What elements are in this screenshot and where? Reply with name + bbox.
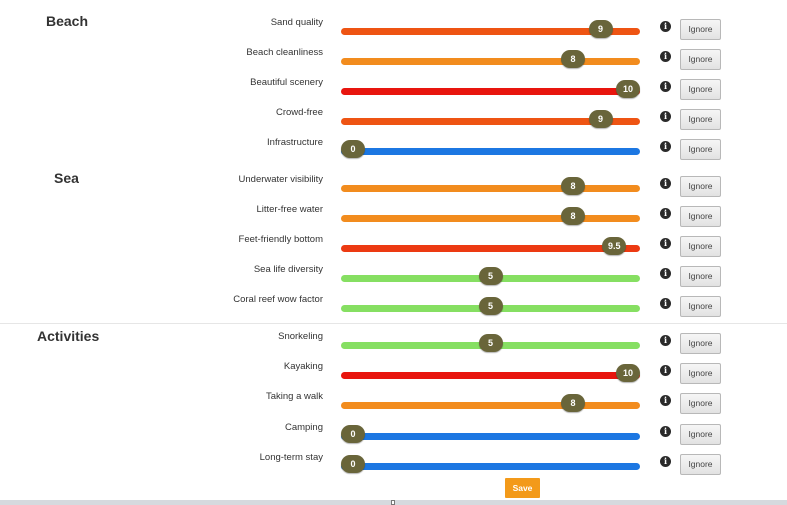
rating-label: Snorkeling [278, 331, 323, 342]
rating-slider-handle[interactable]: 0 [341, 455, 365, 473]
rating-row: Underwater visibility 8 i Ignore [0, 165, 787, 197]
rating-slider-track[interactable] [341, 372, 640, 379]
info-icon[interactable]: i [660, 395, 671, 406]
rating-slider-handle[interactable]: 0 [341, 140, 365, 158]
ignore-button[interactable]: Ignore [680, 393, 721, 414]
rating-slider-track[interactable] [341, 433, 640, 440]
rating-slider-handle[interactable]: 5 [478, 334, 503, 352]
rating-slider-handle[interactable]: 9.5 [602, 237, 627, 255]
rating-label: Feet-friendly bottom [238, 234, 323, 245]
ignore-button[interactable]: Ignore [680, 206, 721, 227]
rating-slider-handle[interactable]: 8 [561, 50, 585, 68]
rating-row: Crowd-free 9 i Ignore [0, 98, 787, 130]
rating-slider-track[interactable] [341, 215, 640, 222]
rating-row: Feet-friendly bottom 9.5 i Ignore [0, 225, 787, 257]
rating-label: Taking a walk [265, 391, 323, 402]
rating-row: Litter-free water 8 i Ignore [0, 195, 787, 227]
ignore-button[interactable]: Ignore [680, 139, 721, 160]
rating-slider-handle[interactable]: 9 [588, 110, 613, 128]
rating-slider-track[interactable] [341, 245, 640, 252]
info-icon[interactable]: i [660, 21, 671, 32]
info-icon[interactable]: i [660, 81, 671, 92]
rating-row: Snorkeling 5 i Ignore [0, 322, 787, 354]
info-icon[interactable]: i [660, 178, 671, 189]
rating-label: Coral reef wow factor [233, 294, 323, 305]
rating-label: Beautiful scenery [250, 77, 323, 88]
ignore-button[interactable]: Ignore [680, 19, 721, 40]
ignore-button[interactable]: Ignore [680, 266, 721, 287]
ignore-button[interactable]: Ignore [680, 424, 721, 445]
rating-row: Sand quality 9 i Ignore [0, 8, 787, 40]
rating-slider-handle[interactable]: 5 [478, 267, 503, 285]
info-icon[interactable]: i [660, 426, 671, 437]
rating-row: Sea life diversity 5 i Ignore [0, 255, 787, 287]
rating-row: Kayaking 10 i Ignore [0, 352, 787, 384]
info-icon[interactable]: i [660, 268, 671, 279]
rating-row: Camping 0 i Ignore [0, 413, 787, 445]
info-icon[interactable]: i [660, 208, 671, 219]
rating-label: Litter-free water [256, 204, 323, 215]
rating-row: Infrastructure 0 i Ignore [0, 128, 787, 160]
ignore-button[interactable]: Ignore [680, 49, 721, 70]
ignore-button[interactable]: Ignore [680, 176, 721, 197]
info-icon[interactable]: i [660, 51, 671, 62]
info-icon[interactable]: i [660, 141, 671, 152]
scrollbar-thumb[interactable] [391, 500, 395, 505]
rating-row: Long-term stay 0 i Ignore [0, 443, 787, 475]
rating-slider-handle[interactable]: 9 [588, 20, 613, 38]
info-icon[interactable]: i [660, 298, 671, 309]
rating-label: Sea life diversity [253, 264, 323, 275]
rating-row: Beach cleanliness 8 i Ignore [0, 38, 787, 70]
ignore-button[interactable]: Ignore [680, 454, 721, 475]
rating-slider-track[interactable] [341, 148, 640, 155]
ignore-button[interactable]: Ignore [680, 333, 721, 354]
rating-label: Sand quality [270, 17, 323, 28]
rating-slider-handle[interactable]: 0 [341, 425, 365, 443]
ignore-button[interactable]: Ignore [680, 79, 721, 100]
info-icon[interactable]: i [660, 456, 671, 467]
ignore-button[interactable]: Ignore [680, 296, 721, 317]
info-icon[interactable]: i [660, 335, 671, 346]
rating-slider-handle[interactable]: 5 [478, 297, 503, 315]
rating-label: Beach cleanliness [246, 47, 323, 58]
rating-slider-track[interactable] [341, 463, 640, 470]
info-icon[interactable]: i [660, 238, 671, 249]
rating-slider-handle[interactable]: 8 [561, 177, 585, 195]
rating-label: Kayaking [283, 361, 323, 372]
info-icon[interactable]: i [660, 365, 671, 376]
rating-row: Beautiful scenery 10 i Ignore [0, 68, 787, 100]
rating-slider-handle[interactable]: 10 [616, 364, 640, 382]
rating-label: Camping [284, 422, 323, 433]
rating-slider-track[interactable] [341, 88, 640, 95]
rating-label: Underwater visibility [238, 174, 323, 185]
rating-label: Long-term stay [259, 452, 323, 463]
ignore-button[interactable]: Ignore [680, 236, 721, 257]
rating-slider-handle[interactable]: 8 [561, 207, 585, 225]
save-button[interactable]: Save [505, 478, 540, 498]
ignore-button[interactable]: Ignore [680, 109, 721, 130]
info-icon[interactable]: i [660, 111, 671, 122]
rating-slider-track[interactable] [341, 402, 640, 409]
rating-slider-handle[interactable]: 8 [561, 394, 585, 412]
rating-row: Coral reef wow factor 5 i Ignore [0, 285, 787, 317]
ignore-button[interactable]: Ignore [680, 363, 721, 384]
rating-label: Crowd-free [276, 107, 323, 118]
rating-slider-track[interactable] [341, 185, 640, 192]
rating-row: Taking a walk 8 i Ignore [0, 382, 787, 414]
rating-label: Infrastructure [267, 137, 323, 148]
rating-slider-handle[interactable]: 10 [616, 80, 640, 98]
rating-slider-track[interactable] [341, 58, 640, 65]
